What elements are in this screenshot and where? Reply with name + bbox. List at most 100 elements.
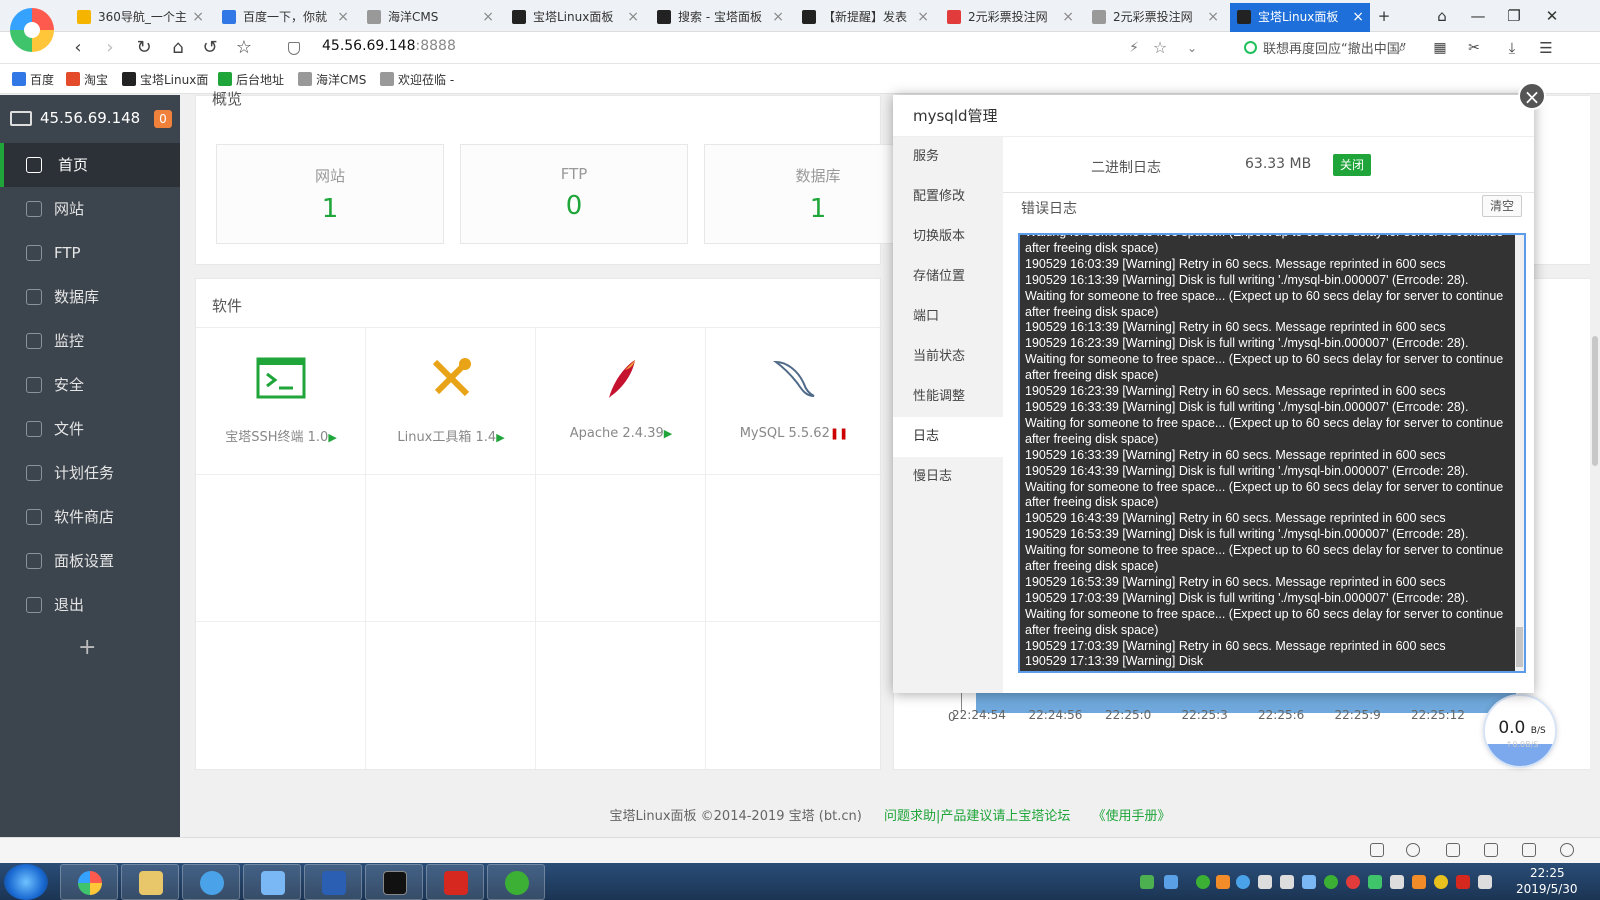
bookmark-label: 淘宝 [84, 73, 109, 87]
tray-orange-icon[interactable] [1216, 875, 1230, 889]
tab-close-icon[interactable]: × [1207, 3, 1219, 31]
home-button[interactable]: ⌂ [166, 36, 190, 60]
browser-tab[interactable]: 2元彩票投注网 × [1085, 3, 1225, 32]
tray-security-icon[interactable] [1368, 875, 1382, 889]
bookmark-item[interactable]: 海洋CMS [298, 71, 366, 88]
speed-icon[interactable] [1406, 843, 1420, 857]
browser-tab[interactable]: 【新提醒】发表 × [795, 3, 935, 32]
tab-label: 【新提醒】发表 [823, 10, 908, 24]
security-shield-icon[interactable] [288, 42, 300, 55]
bookmark-item[interactable]: 欢迎莅临 - [380, 71, 454, 88]
dialog-nav-item[interactable]: 端口 [893, 297, 1003, 337]
bookmark-item[interactable]: 百度 [12, 71, 54, 88]
dialog-nav-item[interactable]: 当前状态 [893, 337, 1003, 377]
bookmark-item[interactable]: 宝塔Linux面 [122, 71, 208, 88]
tray-alert-icon[interactable] [1456, 875, 1470, 889]
dialog-nav-item[interactable]: 配置修改 [893, 177, 1003, 217]
dialog-close-button[interactable]: × [1518, 82, 1546, 110]
taskbar-360-browser[interactable] [60, 864, 118, 900]
rocket-icon[interactable] [1370, 843, 1384, 857]
tab-close-icon[interactable]: × [192, 3, 204, 31]
undo-close-button[interactable]: ↺ [198, 36, 222, 60]
restore-button[interactable]: ❐ [1502, 4, 1526, 28]
minimize-button[interactable]: — [1466, 4, 1490, 28]
bookmark-label: 欢迎莅临 - [398, 73, 455, 87]
taskbar-ff-app[interactable] [426, 864, 484, 900]
tray-battery-icon[interactable] [1140, 875, 1154, 889]
browser-tab[interactable]: 宝塔Linux面板 × [505, 3, 645, 32]
dialog-nav-item[interactable]: 服务 [893, 137, 1003, 177]
favorite-star-icon[interactable]: ☆ [232, 36, 256, 60]
browser-tab[interactable]: 宝塔Linux面板 × [1230, 3, 1370, 32]
browser-logo-icon[interactable] [10, 8, 54, 52]
tray-keyboard-icon[interactable] [1390, 875, 1404, 889]
tab-close-icon[interactable]: × [1352, 3, 1364, 31]
taskbar-wechat[interactable] [487, 864, 545, 900]
browser-tab[interactable]: 360导航_一个主 × [70, 3, 210, 32]
tray-plus-icon[interactable] [1434, 875, 1448, 889]
chevron-down-icon[interactable]: ⌄ [1180, 36, 1204, 60]
reload-button[interactable]: ↻ [132, 36, 156, 60]
browser-tab[interactable]: 海洋CMS × [360, 3, 500, 32]
download-icon[interactable]: ⤓ [1500, 36, 1524, 60]
close-window-button[interactable]: ✕ [1540, 4, 1564, 28]
tab-close-icon[interactable]: × [1062, 3, 1074, 31]
search-icon[interactable]: ⌕ [1390, 36, 1414, 60]
clock-date[interactable]: 2019/5/30 [1516, 882, 1578, 896]
tab-close-icon[interactable]: × [917, 3, 929, 31]
tray-volume-icon[interactable] [1478, 875, 1492, 889]
back-button[interactable]: ‹ [66, 36, 90, 60]
browser-tab[interactable]: 2元彩票投注网 × [940, 3, 1080, 32]
tray-app-icon[interactable] [1164, 875, 1178, 889]
url-field[interactable]: 45.56.69.148:8888 [322, 38, 456, 54]
tray-feiyu-icon[interactable] [1302, 875, 1316, 889]
clock-time[interactable]: 22:25 [1530, 866, 1565, 880]
tab-label: 360导航_一个主 [98, 10, 187, 24]
scissors-icon[interactable]: ✂ [1462, 36, 1486, 60]
taskbar-feiyu-app[interactable] [243, 864, 301, 900]
new-tab-button[interactable]: + [1372, 4, 1396, 28]
tab-close-icon[interactable]: × [772, 3, 784, 31]
dialog-nav-item[interactable]: 存储位置 [893, 257, 1003, 297]
tray-cloud-icon[interactable] [1236, 875, 1250, 889]
log-scrollbar[interactable] [1515, 235, 1524, 671]
taskbar-explorer[interactable] [121, 864, 179, 900]
tray-360-icon[interactable] [1196, 875, 1210, 889]
taskbar-word[interactable] [304, 864, 362, 900]
bookmark-star-icon[interactable]: ☆ [1148, 36, 1172, 60]
tray-input-icon[interactable] [1412, 875, 1426, 889]
bookmark-item[interactable]: 淘宝 [66, 71, 108, 88]
tab-close-icon[interactable]: × [337, 3, 349, 31]
forward-button[interactable]: › [98, 36, 122, 60]
tray-wechat-icon[interactable] [1324, 875, 1338, 889]
browser-tab[interactable]: 搜索 - 宝塔面板 × [650, 3, 790, 32]
dialog-nav-item[interactable]: 日志 [893, 417, 1003, 457]
binlog-size: 63.33 MB [1245, 156, 1312, 172]
dialog-nav-item[interactable]: 慢日志 [893, 457, 1003, 497]
tray-network-icon[interactable] [1280, 875, 1294, 889]
window-icon[interactable] [1522, 843, 1536, 857]
tray-qq-icon[interactable] [1346, 875, 1360, 889]
browser-tab[interactable]: 百度一下，你就 × [215, 3, 355, 32]
start-button[interactable] [4, 864, 48, 900]
apps-icon[interactable]: ▦ [1428, 36, 1452, 60]
lightning-icon[interactable]: ⚡ [1122, 36, 1146, 60]
tab-close-icon[interactable]: × [482, 3, 494, 31]
taskbar-cmd[interactable] [365, 864, 423, 900]
menu-icon[interactable]: ☰ [1534, 36, 1558, 60]
volume-icon[interactable] [1484, 843, 1498, 857]
zoom-icon[interactable] [1560, 843, 1574, 857]
dialog-nav-item[interactable]: 性能调整 [893, 377, 1003, 417]
bookmark-label: 百度 [30, 73, 55, 87]
trash-icon[interactable] [1446, 843, 1460, 857]
shirt-skin-icon[interactable]: ⌂ [1430, 4, 1454, 28]
taskbar-cloud-app[interactable] [182, 864, 240, 900]
binlog-close-button[interactable]: 关闭 [1333, 154, 1372, 176]
log-scrollbar-thumb[interactable] [1516, 627, 1523, 667]
bookmark-item[interactable]: 后台地址 [218, 71, 284, 88]
dialog-nav-item[interactable]: 切换版本 [893, 217, 1003, 257]
error-log-textarea[interactable]: Waiting for someone to free space... (Ex… [1018, 233, 1526, 673]
tray-monitor-icon[interactable] [1258, 875, 1272, 889]
tab-close-icon[interactable]: × [627, 3, 639, 31]
clear-log-button[interactable]: 清空 [1482, 195, 1523, 217]
